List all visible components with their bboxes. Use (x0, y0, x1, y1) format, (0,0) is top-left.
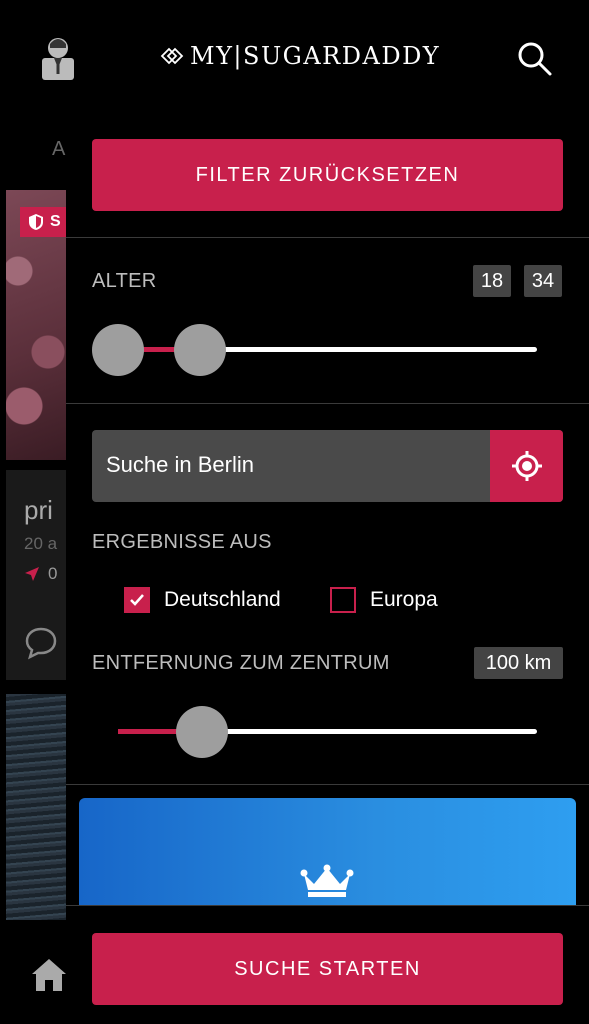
background-profile-age: 20 a (24, 534, 58, 553)
age-max-thumb[interactable] (174, 324, 226, 376)
distance-thumb[interactable] (176, 706, 228, 758)
start-search-button[interactable]: SUCHE STARTEN (92, 933, 563, 1005)
divider (66, 784, 589, 785)
divider (66, 403, 589, 404)
navigation-arrow-icon (25, 567, 39, 581)
app-header: MY|SUGARDADDY (0, 0, 589, 112)
distance-value-chip: 100 km (474, 647, 563, 679)
background-profile-name: pri (24, 495, 53, 525)
checkbox-europa[interactable]: Europa (330, 587, 438, 613)
age-min-value: 18 (473, 265, 511, 297)
distance-value: 0 (48, 564, 58, 583)
results-from-label: ERGEBNISSE AUS (92, 531, 272, 553)
locate-me-button[interactable] (490, 430, 563, 502)
checkbox-deutschland[interactable]: Deutschland (124, 587, 281, 613)
deutschland-checkbox[interactable] (124, 587, 150, 613)
divider (66, 237, 589, 238)
deutschland-label: Deutschland (164, 588, 281, 611)
background-profile-distance: 0 (24, 564, 57, 584)
shield-icon (29, 214, 43, 230)
reset-filter-button[interactable]: FILTER ZURÜCKSETZEN (92, 139, 563, 211)
logo-text: MY|SUGARDADDY (190, 42, 441, 70)
crosshair-icon (511, 451, 542, 481)
app-logo[interactable]: MY|SUGARDADDY (158, 40, 440, 72)
age-label: ALTER (92, 270, 157, 292)
verified-badge: S (20, 207, 66, 237)
chat-bubble-icon[interactable] (24, 626, 58, 660)
distance-label: ENTFERNUNG ZUM ZENTRUM (92, 652, 390, 674)
europa-label: Europa (370, 588, 438, 611)
background-profile-photo-2 (6, 694, 66, 920)
location-search-text: Suche in Berlin (106, 452, 254, 477)
age-min-thumb[interactable] (92, 324, 144, 376)
checkmark-icon (130, 594, 144, 606)
badge-text: S (50, 213, 61, 230)
diamond-logo-icon (160, 47, 184, 65)
home-icon[interactable] (30, 956, 68, 994)
europa-checkbox[interactable] (330, 587, 356, 613)
background-tab-label: A (52, 138, 66, 160)
age-max-value: 34 (524, 265, 562, 297)
profile-icon[interactable] (38, 36, 78, 80)
search-icon[interactable] (514, 38, 554, 78)
location-search-field[interactable]: Suche in Berlin (92, 430, 563, 502)
crown-icon (300, 864, 354, 897)
